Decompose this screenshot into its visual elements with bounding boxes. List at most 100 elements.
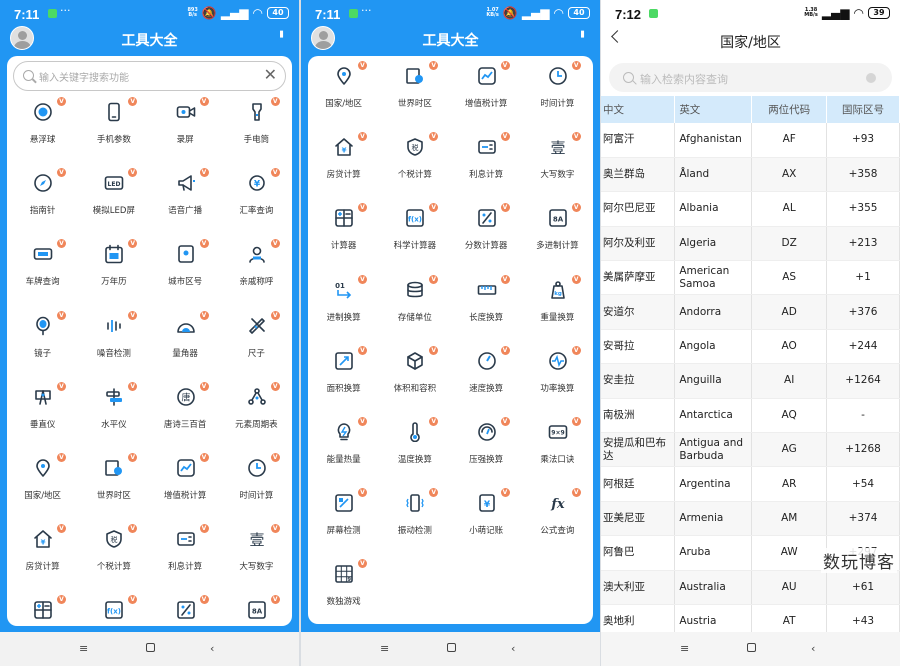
tool-item[interactable]: V 手电筒 [221, 92, 292, 163]
tool-item[interactable]: V 国家/地区 [7, 448, 78, 519]
tool-item[interactable]: V 时间计算 [522, 56, 593, 127]
table-row[interactable]: 阿根廷 Argentina AR +54 [601, 466, 900, 502]
tool-item[interactable]: V [150, 590, 221, 626]
tool-item[interactable]: V 利息计算 [150, 519, 221, 590]
tool-item[interactable]: V 尺子 [221, 306, 292, 377]
tool-item[interactable]: 壹 V 大写数字 [221, 519, 292, 590]
tool-item[interactable]: V 垂直仪 [7, 377, 78, 448]
tool-item[interactable]: V 世界时区 [78, 448, 149, 519]
search-icon [23, 70, 34, 81]
tool-item[interactable]: V 噪音检测 [78, 306, 149, 377]
tool-item[interactable]: V 量角器 [150, 306, 221, 377]
tool-item[interactable]: ¥ V 房贷计算 [308, 127, 379, 198]
nav-home-icon[interactable] [747, 643, 756, 652]
table-row[interactable]: 阿尔巴尼亚 Albania AL +355 [601, 191, 900, 227]
tool-item[interactable]: V 水平仪 [78, 377, 149, 448]
vip-badge: V [199, 97, 209, 106]
search-input[interactable]: 输入关键字搜索功能 ✕ [13, 61, 286, 91]
mirror-icon [33, 316, 53, 336]
more-menu-icon[interactable]: ··· [573, 29, 592, 35]
tool-item[interactable]: V 增值税计算 [150, 448, 221, 519]
table-row[interactable]: 美属萨摩亚 American Samoa AS +1 [601, 260, 900, 296]
tool-item[interactable]: V 录屏 [150, 92, 221, 163]
tool-item[interactable]: V 亲戚称呼 [221, 234, 292, 305]
tool-item[interactable]: 壹 V 大写数字 [522, 127, 593, 198]
tool-item[interactable]: 8A V 多进制计算 [522, 198, 593, 269]
table-row[interactable]: 阿尔及利亚 Algeria DZ +213 [601, 226, 900, 262]
table-row[interactable]: 奥兰群岛 Åland AX +358 [601, 157, 900, 193]
nav-back-icon[interactable]: ‹ [811, 642, 815, 655]
table-row[interactable]: 澳大利亚 Australia AU +61 [601, 570, 900, 605]
tool-item[interactable]: V 增值税计算 [451, 56, 522, 127]
tool-item[interactable]: f(x) V [78, 590, 149, 626]
more-menu-icon[interactable]: ··· [272, 29, 291, 35]
tool-item[interactable]: 税 V 个税计算 [78, 519, 149, 590]
tool-item[interactable]: V 手机参数 [78, 92, 149, 163]
tool-item[interactable]: 唐 V 唐诗三百首 [150, 377, 221, 448]
tool-item[interactable]: V 压强换算 [451, 412, 522, 483]
tool-item[interactable]: V 元素周期表 [221, 377, 292, 448]
tool-item[interactable]: V 长度换算 [451, 270, 522, 341]
tool-item[interactable]: V 车牌查询 [7, 234, 78, 305]
table-row[interactable]: 安道尔 Andorra AD +376 [601, 294, 900, 330]
tool-item[interactable]: V [7, 590, 78, 626]
tool-item[interactable]: ¥ V 汇率查询 [221, 163, 292, 234]
tool-grid: V 悬浮球 V 手机参数 V 录屏 V 手电筒 V 指南针 LED V 模拟LED屏 V 语音广播 ¥ V 汇率查… [7, 92, 292, 626]
tool-item[interactable]: V 屏幕检测 [308, 483, 379, 554]
tool-item[interactable]: V 时间计算 [221, 448, 292, 519]
tool-item[interactable]: V 国家/地区 [308, 56, 379, 127]
nav-home-icon[interactable] [447, 643, 456, 652]
table-row[interactable]: 南极洲 Antarctica AQ - [601, 398, 900, 434]
tool-item[interactable]: V 镜子 [7, 306, 78, 377]
tool-item[interactable]: V 能量热量 [308, 412, 379, 483]
tool-label: 国家/地区 [325, 99, 363, 109]
tool-item[interactable]: V 振动检测 [379, 483, 450, 554]
tool-item[interactable]: V 功率换算 [522, 341, 593, 412]
clear-icon[interactable] [866, 73, 876, 83]
vip-badge: V [128, 452, 138, 462]
svg-text:fx: fx [550, 497, 565, 512]
cell-dial-code: +355 [826, 191, 900, 227]
table-row[interactable]: 亚美尼亚 Armenia AM +374 [601, 501, 900, 537]
tool-item[interactable]: V 悬浮球 [7, 92, 78, 163]
tool-item[interactable]: 税 V 个税计算 [379, 127, 450, 198]
tool-item[interactable]: ¥ V 房贷计算 [7, 519, 78, 590]
tool-item[interactable]: 9×9 V 乘法口诀 [522, 412, 593, 483]
tool-item[interactable]: V 利息计算 [451, 127, 522, 198]
tool-item[interactable]: kg V 重量换算 [522, 270, 593, 341]
clear-icon[interactable]: ✕ [264, 65, 277, 84]
tool-item[interactable]: LED V 模拟LED屏 [78, 163, 149, 234]
search-input[interactable]: 输入检索内容查询 [609, 63, 892, 92]
tool-item[interactable]: V 分数计算器 [451, 198, 522, 269]
tool-item[interactable]: V 体积和容积 [379, 341, 450, 412]
table-row[interactable]: 安提瓜和巴布达 Antigua and Barbuda AG +1268 [601, 432, 900, 468]
tool-item[interactable]: V 存储单位 [379, 270, 450, 341]
nav-back-icon[interactable]: ‹ [511, 642, 515, 655]
tool-item[interactable]: 8A V [221, 590, 292, 626]
tool-item[interactable]: V 城市区号 [150, 234, 221, 305]
nav-menu-icon[interactable]: ≡ [380, 642, 389, 655]
nav-home-icon[interactable] [146, 643, 155, 652]
tool-item[interactable]: f(x) V 科学计算器 [379, 198, 450, 269]
tool-item[interactable]: 01 V 进制换算 [308, 270, 379, 341]
nav-menu-icon[interactable]: ≡ [79, 642, 88, 655]
table-row[interactable]: 安圭拉 Anguilla AI +1264 [601, 363, 900, 399]
tool-item[interactable]: 9 V 数独游戏 [308, 554, 379, 624]
tool-item[interactable]: V 世界时区 [379, 56, 450, 127]
vip-badge: V [500, 488, 510, 498]
tool-item[interactable]: V 计算器 [308, 198, 379, 269]
tool-item[interactable]: V 速度换算 [451, 341, 522, 412]
tool-item[interactable]: fx V 公式查询 [522, 483, 593, 554]
table-row[interactable]: 安哥拉 Angola AO +244 [601, 329, 900, 365]
tool-item[interactable]: V 面积换算 [308, 341, 379, 412]
tool-item[interactable]: ¥ V 小萌记账 [451, 483, 522, 554]
vip-badge: V [270, 524, 280, 534]
tool-item[interactable]: V 万年历 [78, 234, 149, 305]
tool-label: 增值税计算 [163, 490, 207, 501]
table-row[interactable]: 阿富汗 Afghanistan AF +93 [601, 123, 900, 158]
tool-item[interactable]: V 温度换算 [379, 412, 450, 483]
nav-menu-icon[interactable]: ≡ [680, 642, 689, 655]
tool-item[interactable]: V 语音广播 [150, 163, 221, 234]
nav-back-icon[interactable]: ‹ [210, 642, 214, 655]
tool-item[interactable]: V 指南针 [7, 163, 78, 234]
